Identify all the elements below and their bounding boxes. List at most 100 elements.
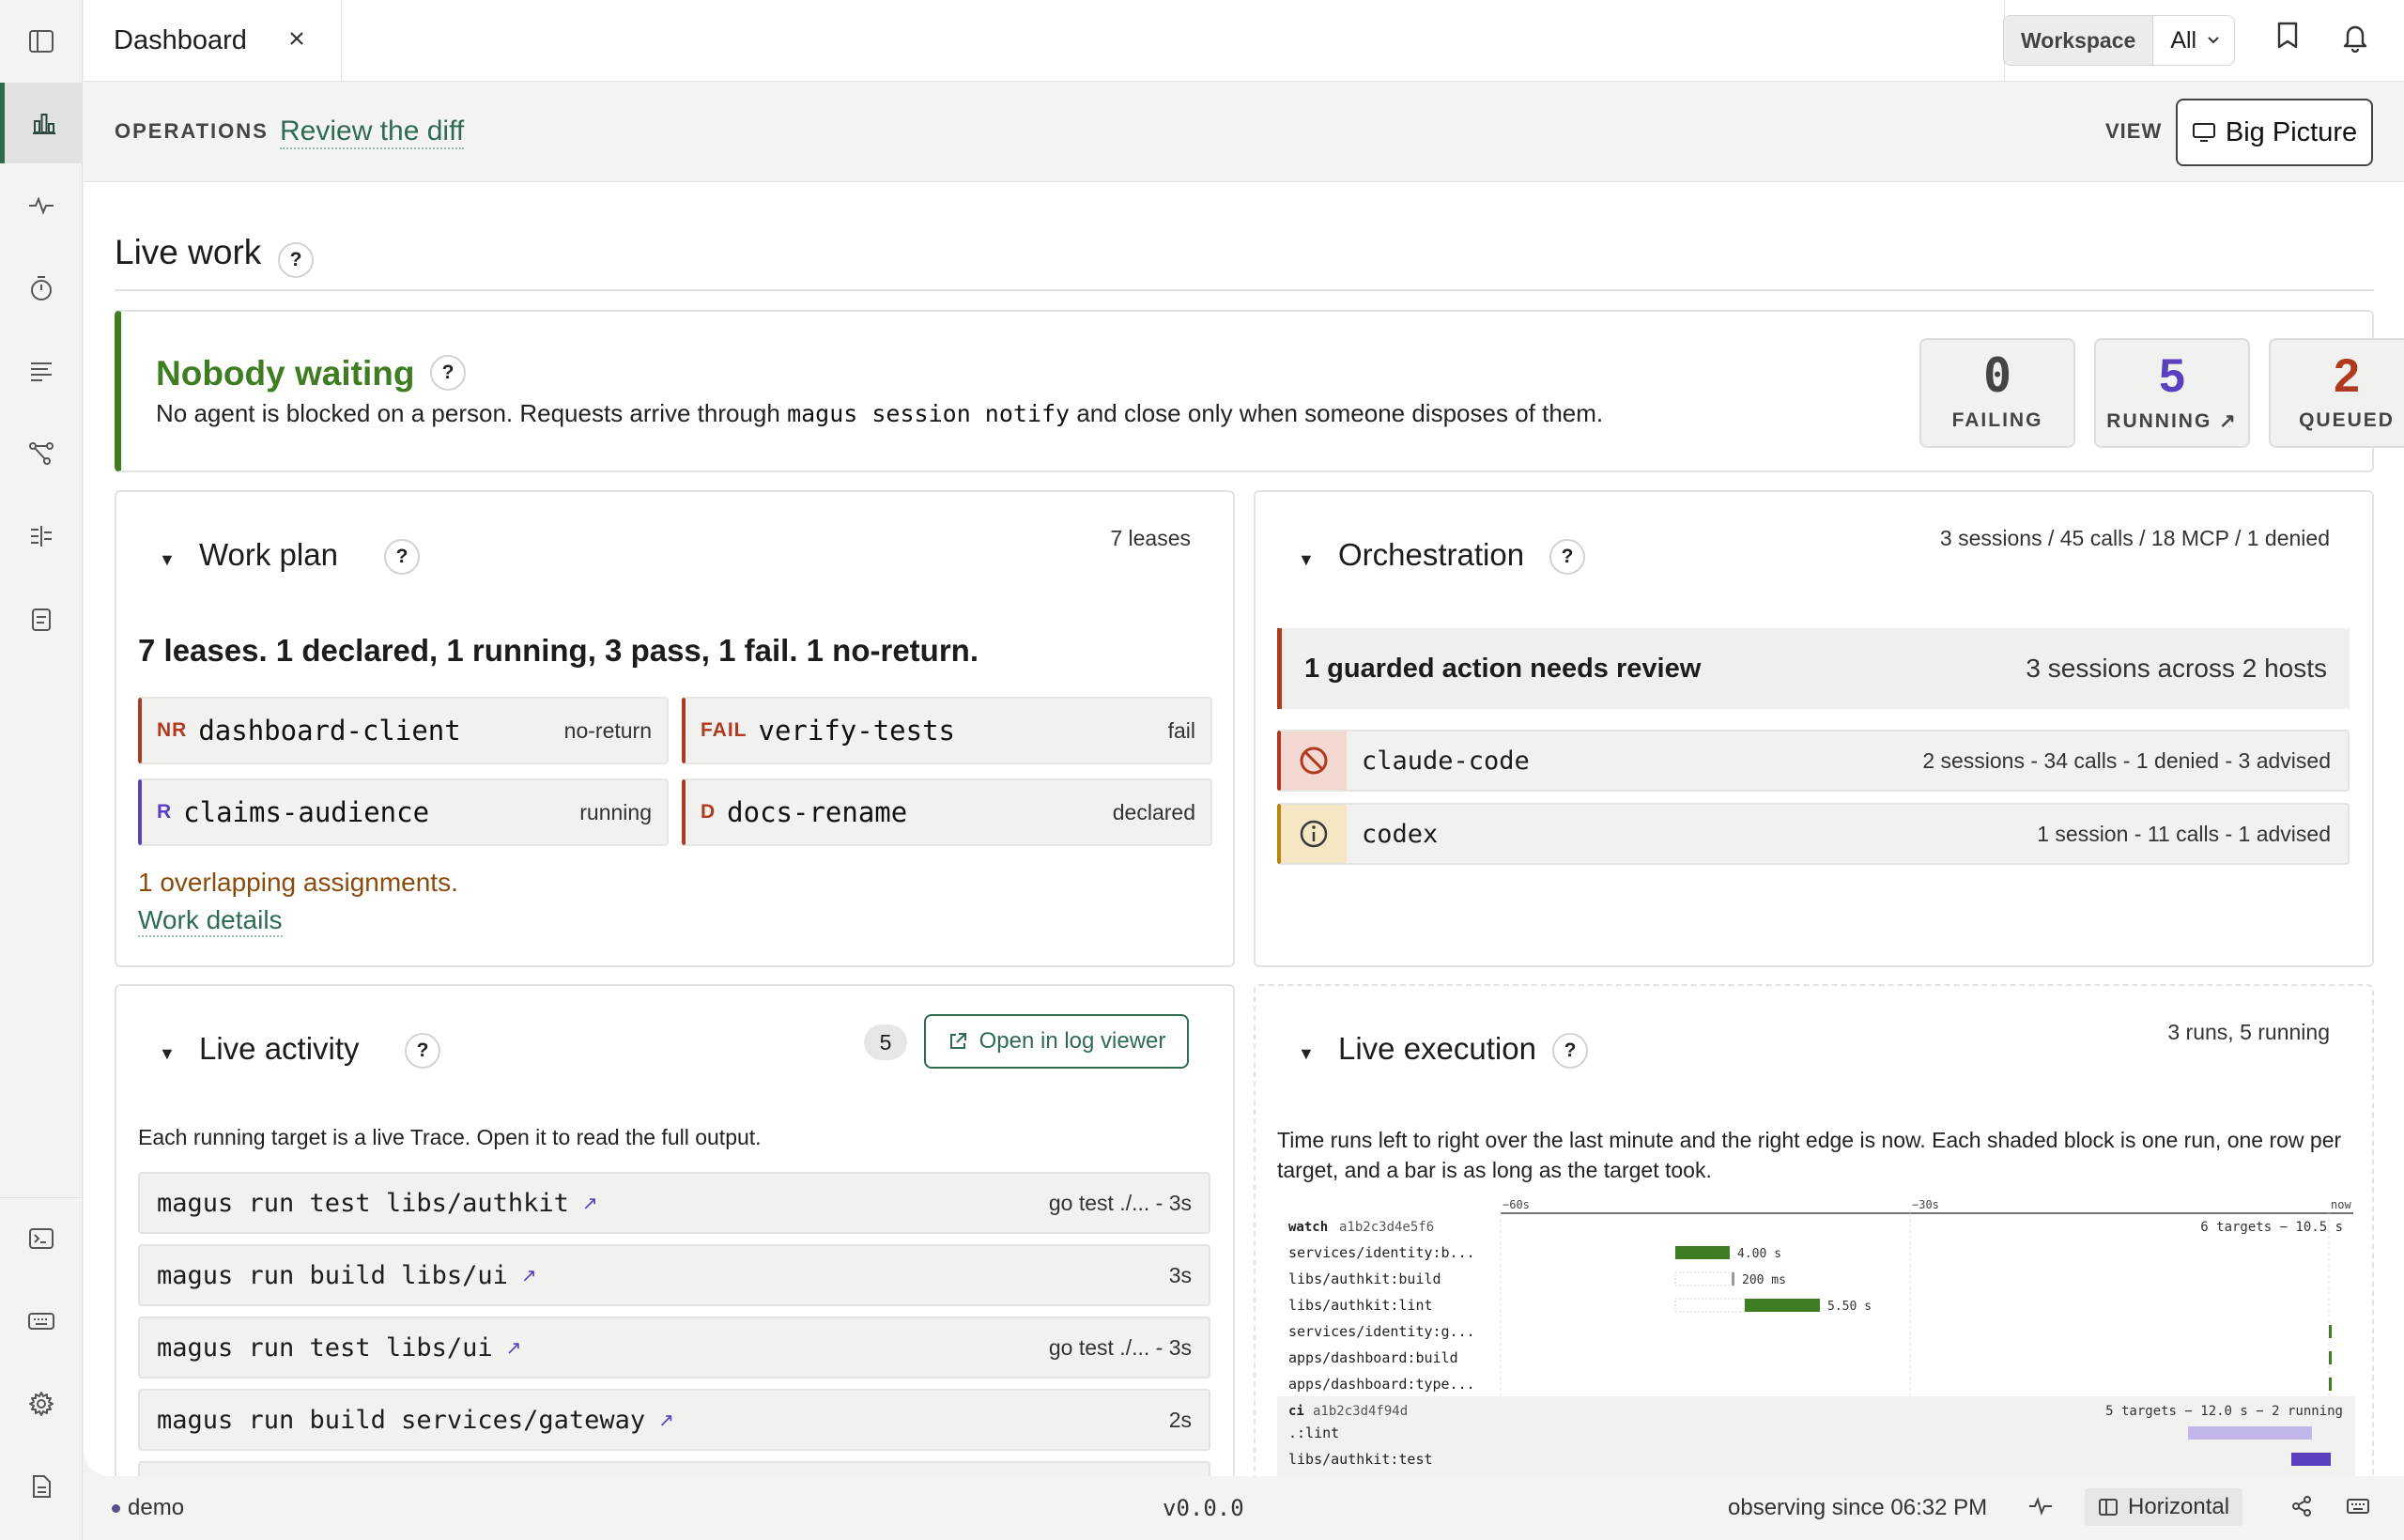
work-details-link[interactable]: Work details bbox=[138, 905, 283, 937]
share-icon[interactable] bbox=[2290, 1495, 2313, 1517]
settings-gear-icon[interactable] bbox=[0, 1363, 83, 1444]
trace-row[interactable]: magus run test libs/ui ↗ go test ./... -… bbox=[138, 1317, 1210, 1378]
help-icon[interactable]: ? bbox=[430, 355, 466, 391]
stat-label: FAILING bbox=[1951, 409, 2043, 431]
status-dot bbox=[112, 1504, 120, 1514]
lease-name: docs-rename bbox=[727, 796, 908, 828]
lease-tag: NR bbox=[157, 719, 188, 741]
run-bar[interactable] bbox=[1745, 1299, 1820, 1312]
lease-item[interactable]: D docs-rename declared bbox=[682, 778, 1212, 846]
lease-item[interactable]: NR dashboard-client no-return bbox=[138, 697, 669, 764]
lease-item[interactable]: R claims-audience running bbox=[138, 778, 669, 846]
guarded-action-meta: 3 sessions across 2 hosts bbox=[2026, 654, 2327, 683]
agent-row[interactable]: codex 1 session - 11 calls - 1 advised bbox=[1277, 803, 2350, 865]
help-icon[interactable]: ? bbox=[278, 242, 314, 278]
nav-dashboard-icon[interactable] bbox=[0, 83, 83, 163]
agent-meta: 2 sessions - 34 calls - 1 denied - 3 adv… bbox=[1922, 747, 2331, 773]
nav-graph-icon[interactable] bbox=[0, 413, 83, 494]
live-activity-title: Live activity bbox=[199, 1031, 360, 1066]
live-execution-description: Time runs left to right over the last mi… bbox=[1277, 1128, 2342, 1182]
keyboard-shortcuts-icon[interactable] bbox=[2346, 1497, 2370, 1516]
trace-meta: go test ./... - 3s bbox=[1048, 1334, 1192, 1360]
help-icon[interactable]: ? bbox=[1549, 539, 1585, 575]
live-activity-description: Each running target is a live Trace. Ope… bbox=[138, 1125, 762, 1149]
trace-row[interactable]: magus run build services/gateway ↗ 2s bbox=[138, 1389, 1210, 1451]
tab-dashboard[interactable]: Dashboard bbox=[84, 0, 342, 82]
run-bar[interactable] bbox=[1732, 1272, 1734, 1286]
nav-logs-icon[interactable] bbox=[0, 331, 83, 411]
run-bar[interactable] bbox=[2188, 1426, 2312, 1440]
open-arrow-icon: ↗ bbox=[658, 1409, 674, 1431]
trace-command: magus run build libs/ui bbox=[157, 1260, 508, 1290]
layout-label: Horizontal bbox=[2128, 1494, 2230, 1519]
banner-desc-after: and close only when someone disposes of … bbox=[1076, 399, 1604, 427]
lease-item[interactable]: FAIL verify-tests fail bbox=[682, 697, 1212, 764]
status-bar: demo v0.0.0 observing since 06:32 PM Hor… bbox=[84, 1476, 2404, 1540]
keyboard-icon[interactable] bbox=[0, 1281, 83, 1362]
pulse-icon[interactable] bbox=[2028, 1497, 2053, 1516]
nav-clipboard-icon[interactable] bbox=[0, 578, 83, 659]
info-icon bbox=[1281, 805, 1347, 863]
stat-failing[interactable]: 0 FAILING bbox=[1919, 338, 2075, 448]
work-plan-meta: 7 leases bbox=[1110, 526, 1191, 550]
trace-row[interactable]: magus run test libs/authkit ↗ go test ./… bbox=[138, 1172, 1210, 1234]
bell-icon[interactable] bbox=[2341, 21, 2369, 53]
main-panel: Dashboard Workspace All OPERATIONS Revie… bbox=[84, 0, 2404, 1476]
big-picture-label: Big Picture bbox=[2225, 116, 2358, 147]
sidebar-toggle-icon[interactable] bbox=[0, 1, 83, 82]
run-bar[interactable] bbox=[1675, 1246, 1730, 1259]
version-label: v0.0.0 bbox=[1163, 1495, 1244, 1521]
collapse-triangle-icon[interactable]: ▼ bbox=[159, 1044, 176, 1064]
banner-title: Nobody waiting bbox=[156, 354, 415, 393]
agent-row[interactable]: claude-code 2 sessions - 34 calls - 1 de… bbox=[1277, 730, 2350, 792]
layout-columns-icon bbox=[2098, 1498, 2119, 1517]
help-icon[interactable]: ? bbox=[384, 539, 420, 575]
run-group-summary: 6 targets − 10.5 s bbox=[2200, 1220, 2343, 1235]
collapse-triangle-icon[interactable]: ▼ bbox=[1298, 550, 1315, 570]
operations-label: OPERATIONS bbox=[115, 119, 269, 143]
close-tab-icon[interactable] bbox=[286, 28, 307, 49]
collapse-triangle-icon[interactable]: ▼ bbox=[159, 550, 176, 570]
run-bar[interactable] bbox=[2291, 1453, 2331, 1466]
run-group-label: watch bbox=[1288, 1220, 1328, 1235]
run-bar[interactable] bbox=[2329, 1325, 2332, 1338]
layout-toggle[interactable]: Horizontal bbox=[2085, 1488, 2243, 1526]
document-icon[interactable] bbox=[0, 1446, 83, 1527]
trace-meta: 3s bbox=[1168, 1262, 1192, 1287]
left-rail bbox=[0, 0, 83, 1540]
environment-indicator[interactable]: demo bbox=[112, 1495, 184, 1521]
work-plan-card: ▼ Work plan ? 7 leases 7 leases. 1 decla… bbox=[115, 490, 1235, 967]
guarded-action-banner[interactable]: 1 guarded action needs review 3 sessions… bbox=[1277, 628, 2350, 709]
lease-status: fail bbox=[1167, 717, 1195, 743]
open-log-viewer-label: Open in log viewer bbox=[979, 1028, 1166, 1054]
stat-running[interactable]: 5 RUNNING ↗ bbox=[2094, 338, 2250, 448]
work-plan-summary: 7 leases. 1 declared, 1 running, 3 pass,… bbox=[138, 633, 979, 668]
help-icon[interactable]: ? bbox=[1552, 1033, 1588, 1069]
tab-title: Dashboard bbox=[114, 25, 247, 55]
stat-label: QUEUED bbox=[2299, 409, 2395, 431]
collapse-triangle-icon[interactable]: ▼ bbox=[1298, 1044, 1315, 1064]
lease-name: dashboard-client bbox=[198, 715, 461, 747]
nav-activity-icon[interactable] bbox=[0, 165, 83, 246]
lease-status: declared bbox=[1112, 799, 1195, 824]
workspace-select[interactable]: Workspace All bbox=[2003, 15, 2236, 66]
trace-row[interactable]: magus run build libs/ui ↗ 3s bbox=[138, 1244, 1210, 1306]
run-bar[interactable] bbox=[2329, 1351, 2332, 1364]
chevron-down-icon bbox=[2206, 35, 2221, 46]
terminal-icon[interactable] bbox=[0, 1198, 83, 1279]
stat-value: 5 bbox=[2159, 349, 2185, 402]
axis-tick-label: −60s bbox=[1502, 1198, 1530, 1211]
open-log-viewer-button[interactable]: Open in log viewer bbox=[924, 1014, 1189, 1069]
big-picture-button[interactable]: Big Picture bbox=[2176, 99, 2373, 166]
trace-row-partial[interactable] bbox=[138, 1461, 1210, 1476]
stat-value: 0 bbox=[1982, 348, 2012, 403]
run-bar[interactable] bbox=[2329, 1378, 2332, 1391]
workspace-dropdown[interactable]: All bbox=[2153, 16, 2234, 65]
nav-diff-icon[interactable] bbox=[0, 496, 83, 577]
review-diff-link[interactable]: Review the diff bbox=[280, 116, 465, 149]
environment-name: demo bbox=[128, 1495, 185, 1520]
stat-queued[interactable]: 2 QUEUED bbox=[2269, 338, 2404, 448]
help-icon[interactable]: ? bbox=[405, 1033, 440, 1069]
nav-timer-icon[interactable] bbox=[0, 248, 83, 329]
bookmark-icon[interactable] bbox=[2274, 21, 2301, 53]
